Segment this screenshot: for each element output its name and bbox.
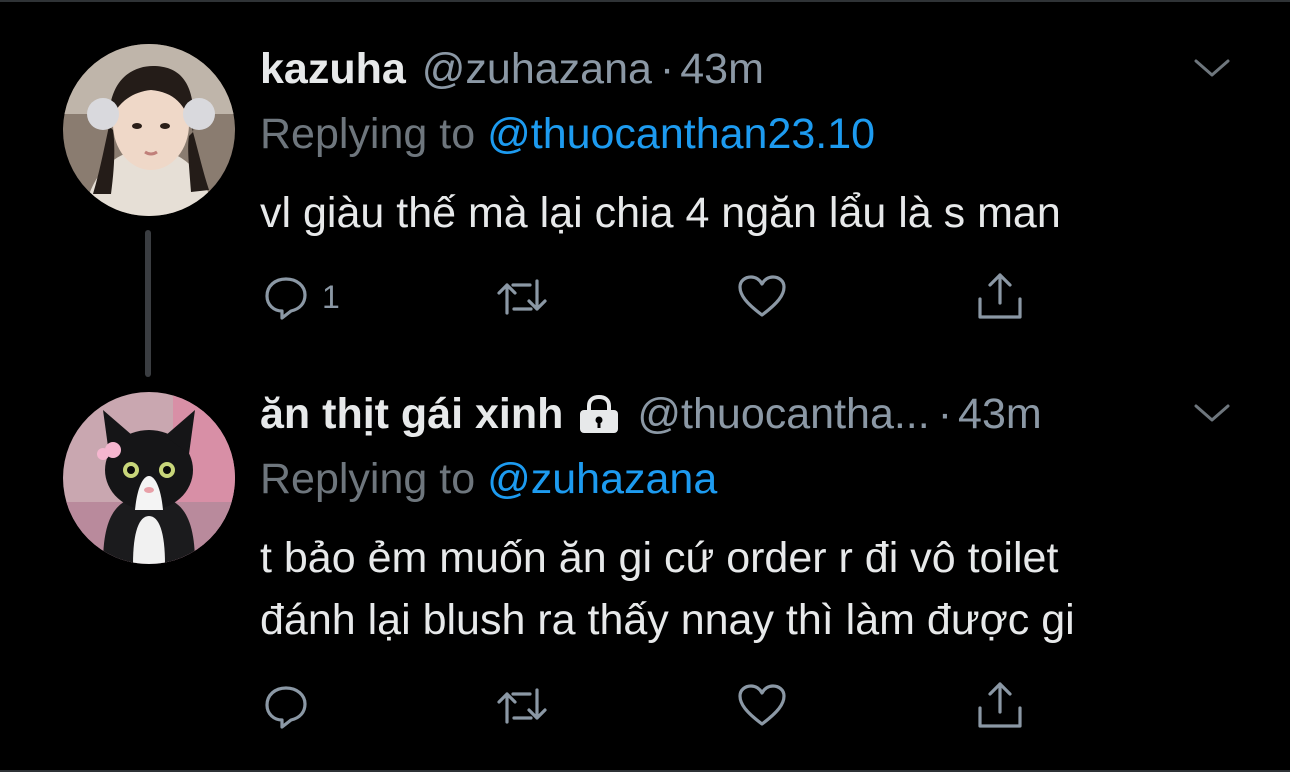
thread-connector-line bbox=[145, 230, 151, 377]
timestamp[interactable]: 43m bbox=[958, 389, 1042, 439]
tweet-text-line: vl giàu thế mà lại chia 4 ngăn lẩu là s … bbox=[260, 189, 1061, 237]
reply-icon bbox=[265, 277, 307, 320]
like-button[interactable] bbox=[736, 267, 788, 327]
replying-to: Replying to @zuhazana bbox=[260, 454, 717, 504]
share-button[interactable] bbox=[974, 267, 1026, 327]
avatar-photo-cat bbox=[63, 392, 235, 564]
tweet-header: kazuha @zuhazana · 43m bbox=[260, 44, 764, 94]
retweet-button[interactable] bbox=[494, 676, 550, 736]
tweet[interactable]: ăn thịt gái xinh @thuocantha... · 43m Re… bbox=[0, 387, 1290, 772]
replying-to-mention[interactable]: @thuocanthan23.10 bbox=[487, 110, 875, 158]
heart-icon bbox=[738, 684, 786, 726]
replying-to-mention[interactable]: @zuhazana bbox=[487, 455, 717, 503]
retweet-icon bbox=[497, 688, 547, 724]
retweet-button[interactable] bbox=[494, 267, 550, 327]
share-icon bbox=[978, 682, 1022, 728]
tweet-text-line: đánh lại blush ra thấy nnay thì làm được… bbox=[260, 596, 1075, 644]
chevron-down-icon[interactable] bbox=[1192, 57, 1232, 81]
share-button[interactable] bbox=[974, 676, 1026, 736]
tweet-actions: 1 bbox=[262, 267, 1062, 327]
like-button[interactable] bbox=[736, 676, 788, 736]
tweet-thread: kazuha @zuhazana · 43m Replying to @thuo… bbox=[0, 0, 1290, 772]
reply-count: 1 bbox=[322, 278, 340, 315]
lock-icon bbox=[577, 394, 621, 434]
tweet-text: t bảo ẻm muốn ăn gi cứ order r đi vô toi… bbox=[260, 527, 1075, 651]
chevron-down-icon[interactable] bbox=[1192, 402, 1232, 426]
replying-to: Replying to @thuocanthan23.10 bbox=[260, 109, 875, 159]
user-handle[interactable]: @thuocantha... bbox=[637, 389, 929, 439]
reply-icon bbox=[265, 686, 307, 729]
avatar[interactable] bbox=[63, 44, 235, 216]
tweet-header: ăn thịt gái xinh @thuocantha... · 43m bbox=[260, 389, 1042, 439]
tweet-text: vl giàu thế mà lại chia 4 ngăn lẩu là s … bbox=[260, 182, 1061, 244]
avatar[interactable] bbox=[63, 392, 235, 564]
reply-button[interactable] bbox=[262, 676, 322, 736]
display-name[interactable]: ăn thịt gái xinh bbox=[260, 389, 563, 439]
tweet[interactable]: kazuha @zuhazana · 43m Replying to @thuo… bbox=[0, 2, 1290, 387]
timestamp[interactable]: 43m bbox=[680, 44, 764, 94]
reply-button[interactable]: 1 bbox=[262, 267, 340, 327]
replying-to-label: Replying to bbox=[260, 110, 476, 158]
user-handle[interactable]: @zuhazana bbox=[422, 44, 652, 94]
share-icon bbox=[978, 273, 1022, 319]
separator: · bbox=[659, 45, 675, 93]
tweet-text-line: t bảo ẻm muốn ăn gi cứ order r đi vô toi… bbox=[260, 534, 1059, 582]
replying-to-label: Replying to bbox=[260, 455, 476, 503]
display-name[interactable]: kazuha bbox=[260, 44, 406, 94]
heart-icon bbox=[738, 275, 786, 317]
avatar-photo-person bbox=[63, 44, 235, 216]
retweet-icon bbox=[497, 279, 547, 315]
separator: · bbox=[937, 390, 953, 438]
tweet-actions bbox=[262, 676, 1062, 736]
